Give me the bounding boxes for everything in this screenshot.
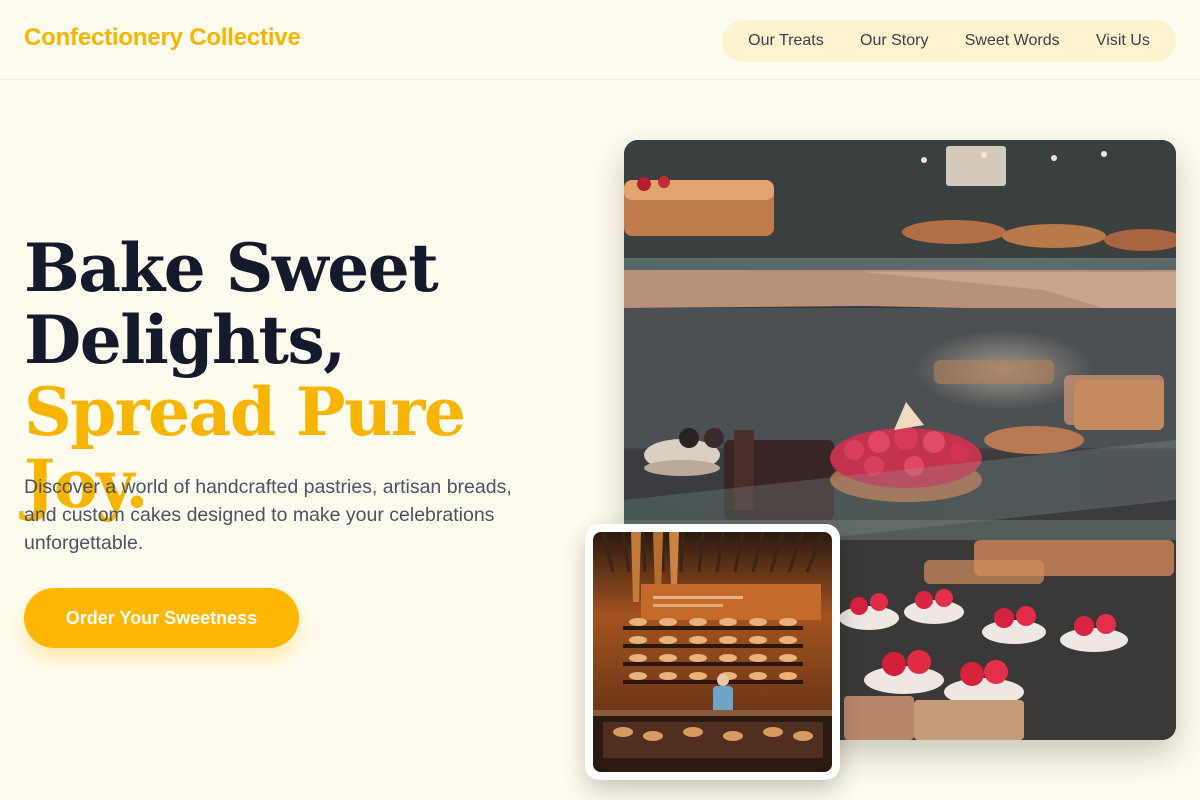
site-header: Confectionery Collective Our Treats Our … (0, 0, 1200, 80)
hero-title-line1: Bake Sweet (24, 229, 439, 307)
order-button[interactable]: Order Your Sweetness (24, 588, 299, 648)
bakery-storefront-photo (585, 524, 840, 780)
hero-title-line2: Delights, (24, 301, 346, 379)
nav-link-visit-us[interactable]: Visit Us (1088, 26, 1158, 56)
main-nav: Our Treats Our Story Sweet Words Visit U… (722, 20, 1176, 62)
nav-link-our-treats[interactable]: Our Treats (740, 26, 832, 56)
bakery-storefront-image (593, 532, 832, 772)
hero-description: Discover a world of handcrafted pastries… (24, 476, 512, 554)
nav-link-our-story[interactable]: Our Story (852, 26, 936, 56)
brand-logo-text[interactable]: Confectionery Collective (24, 24, 301, 52)
nav-link-sweet-words[interactable]: Sweet Words (957, 26, 1068, 56)
